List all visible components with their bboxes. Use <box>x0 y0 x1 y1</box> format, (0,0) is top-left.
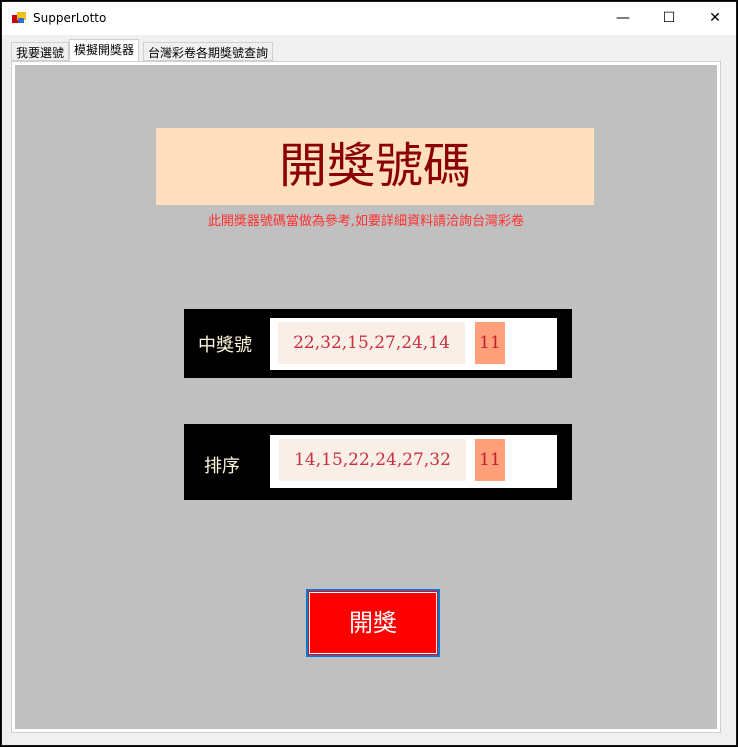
sorted-special-number: 11 <box>475 439 505 481</box>
drawn-values: 22,32,15,27,24,14 11 <box>270 318 557 370</box>
tab-pick-numbers[interactable]: 我要選號 <box>11 42 70 61</box>
draw-button[interactable]: 開獎 <box>306 589 440 657</box>
sorted-numbers-box: 排序 14,15,22,24,27,32 11 <box>184 424 572 500</box>
app-icon <box>12 12 26 23</box>
drawn-numbers-box: 中獎號 22,32,15,27,24,14 11 <box>184 309 572 378</box>
minimize-button[interactable]: — <box>600 2 646 35</box>
drawn-special-number: 11 <box>475 322 505 364</box>
tab-draw-simulator[interactable]: 模擬開獎器 <box>69 39 140 61</box>
maximize-button[interactable]: ☐ <box>646 2 692 35</box>
drawn-label: 中獎號 <box>198 335 252 356</box>
disclaimer-note: 此開獎器號碼當做為參考,如要詳細資料請洽詢台灣彩卷 <box>207 214 525 229</box>
simulator-panel: 開獎號碼 此開獎器號碼當做為參考,如要詳細資料請洽詢台灣彩卷 中獎號 22,32… <box>15 65 717 729</box>
close-button[interactable]: ✕ <box>692 2 738 35</box>
sorted-numbers: 14,15,22,24,27,32 <box>279 439 466 481</box>
tab-history-query[interactable]: 台灣彩卷各期獎號查詢 <box>143 42 274 61</box>
page-title: 開獎號碼 <box>156 128 594 205</box>
tab-panel: 開獎號碼 此開獎器號碼當做為參考,如要詳細資料請洽詢台灣彩卷 中獎號 22,32… <box>11 61 721 733</box>
sorted-values: 14,15,22,24,27,32 11 <box>270 435 557 488</box>
title-bar: SupperLotto — ☐ ✕ <box>2 2 736 35</box>
sorted-label: 排序 <box>204 456 240 477</box>
window-title: SupperLotto <box>33 11 107 25</box>
app-window: SupperLotto — ☐ ✕ 我要選號 台灣彩卷各期獎號查詢 模擬開獎器 … <box>1 1 737 746</box>
drawn-numbers: 22,32,15,27,24,14 <box>278 322 465 364</box>
